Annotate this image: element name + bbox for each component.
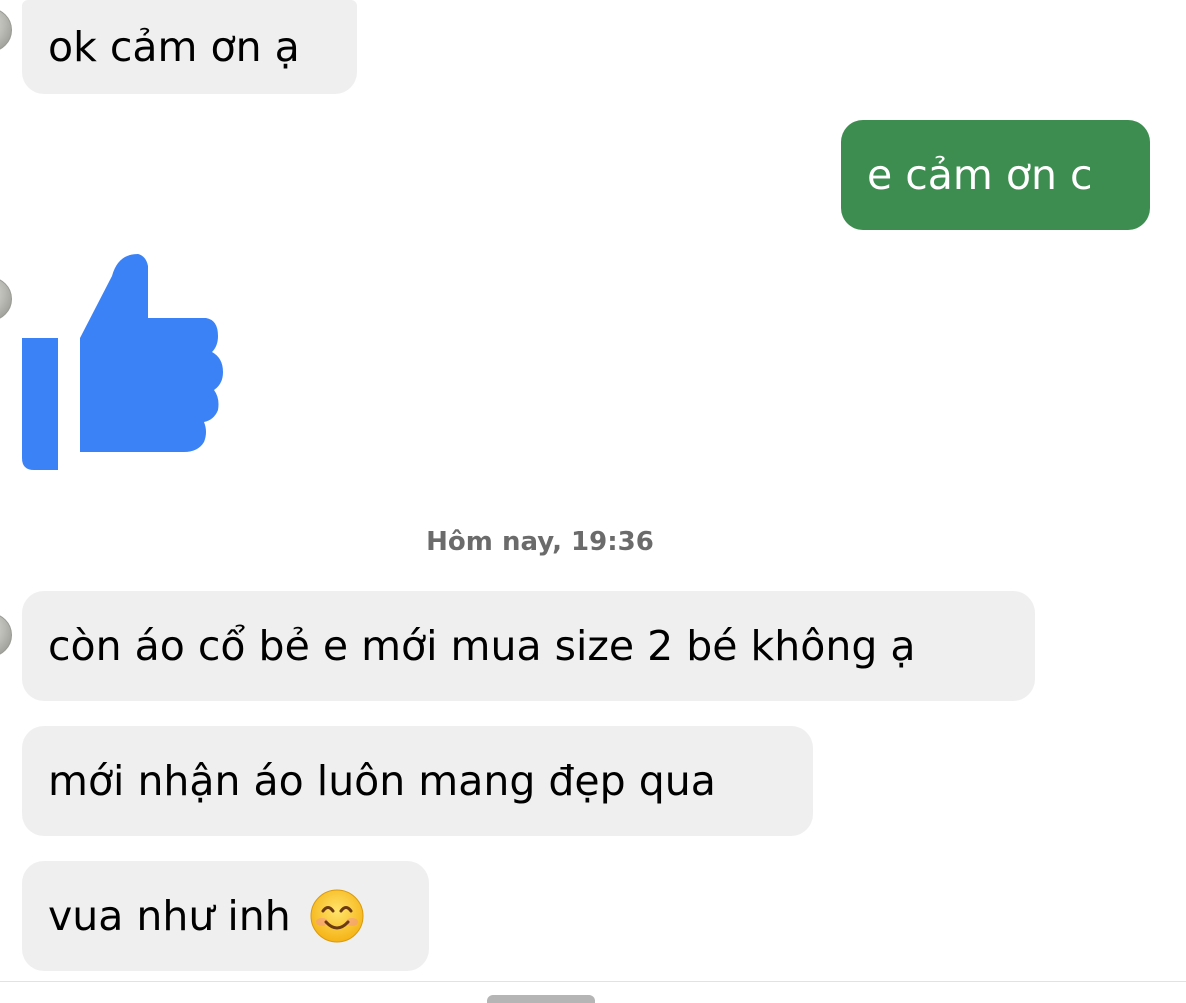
message-text: còn áo cổ bẻ e mới mua size 2 bé không ạ bbox=[48, 621, 916, 670]
message-bubble-incoming[interactable]: vua như inh bbox=[22, 861, 429, 971]
timestamp-divider: Hôm nay, 19:36 bbox=[426, 527, 654, 557]
contact-avatar[interactable] bbox=[0, 277, 12, 321]
thumbs-up-icon[interactable] bbox=[22, 254, 223, 470]
message-text: vua như inh bbox=[48, 891, 291, 940]
message-text: mới nhận áo luôn mang đẹp qua bbox=[48, 756, 716, 805]
message-bubble-outgoing[interactable]: e cảm ơn c bbox=[841, 120, 1150, 230]
contact-avatar[interactable] bbox=[0, 8, 12, 52]
message-bubble-incoming[interactable]: ok cảm ơn ạ bbox=[22, 0, 357, 94]
home-indicator[interactable] bbox=[487, 995, 595, 1003]
smiling-face-icon bbox=[310, 889, 364, 943]
message-bubble-incoming[interactable]: còn áo cổ bẻ e mới mua size 2 bé không ạ bbox=[22, 591, 1035, 701]
message-text: e cảm ơn c bbox=[867, 150, 1093, 199]
contact-avatar[interactable] bbox=[0, 613, 12, 657]
input-divider bbox=[0, 981, 1186, 982]
message-bubble-incoming[interactable]: mới nhận áo luôn mang đẹp qua bbox=[22, 726, 813, 836]
message-text: ok cảm ơn ạ bbox=[48, 22, 300, 71]
